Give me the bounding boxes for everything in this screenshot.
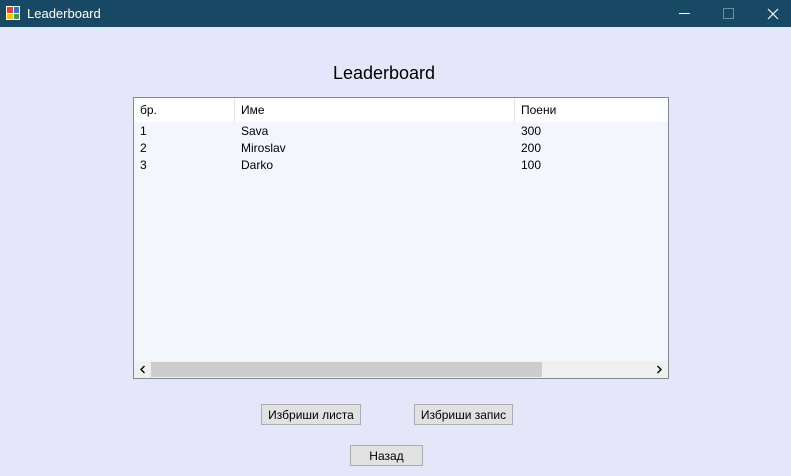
name-cell: Darko — [241, 158, 274, 172]
column-header-rank[interactable]: бр. — [134, 98, 235, 122]
page-title: Leaderboard — [332, 63, 436, 83]
list-row[interactable]: 2 Miroslav 200 — [134, 140, 668, 157]
close-icon — [767, 8, 779, 19]
rank-cell: 1 — [140, 124, 147, 138]
delete-entry-button[interactable]: Избриши запис — [414, 404, 513, 425]
scrollbar-thumb[interactable] — [151, 362, 542, 377]
minimize-button[interactable] — [662, 0, 706, 27]
title-bar[interactable]: Leaderboard — [0, 0, 791, 27]
scroll-right-button[interactable] — [651, 361, 668, 378]
window-title: Leaderboard — [27, 6, 101, 21]
close-button[interactable] — [751, 0, 791, 27]
chevron-right-icon — [657, 365, 662, 374]
app-form-icon — [6, 6, 20, 20]
minimize-icon — [678, 13, 690, 14]
rank-cell: 2 — [140, 141, 147, 155]
maximize-icon — [722, 8, 734, 19]
column-header-points[interactable]: Поени — [515, 98, 668, 122]
clear-list-button[interactable]: Избриши листа — [261, 404, 361, 425]
list-body: 1 Sava 300 2 Miroslav 200 3 Darko 100 — [134, 123, 668, 174]
points-cell: 300 — [521, 124, 542, 138]
points-cell: 100 — [521, 158, 542, 172]
list-row[interactable]: 1 Sava 300 — [134, 123, 668, 140]
leaderboard-list[interactable]: бр. Име Поени 1 Sava 300 2 Miroslav 200 … — [133, 97, 669, 379]
name-cell: Miroslav — [241, 141, 286, 155]
column-header-name[interactable]: Име — [235, 98, 515, 122]
scroll-left-button[interactable] — [134, 361, 151, 378]
chevron-left-icon — [140, 365, 145, 374]
list-header: бр. Име Поени — [134, 98, 668, 122]
rank-cell: 3 — [140, 158, 147, 172]
list-row[interactable]: 3 Darko 100 — [134, 157, 668, 174]
back-button[interactable]: Назад — [350, 445, 423, 466]
maximize-button[interactable] — [706, 0, 750, 27]
name-cell: Sava — [241, 124, 269, 138]
points-cell: 200 — [521, 141, 542, 155]
horizontal-scrollbar[interactable] — [134, 361, 668, 378]
